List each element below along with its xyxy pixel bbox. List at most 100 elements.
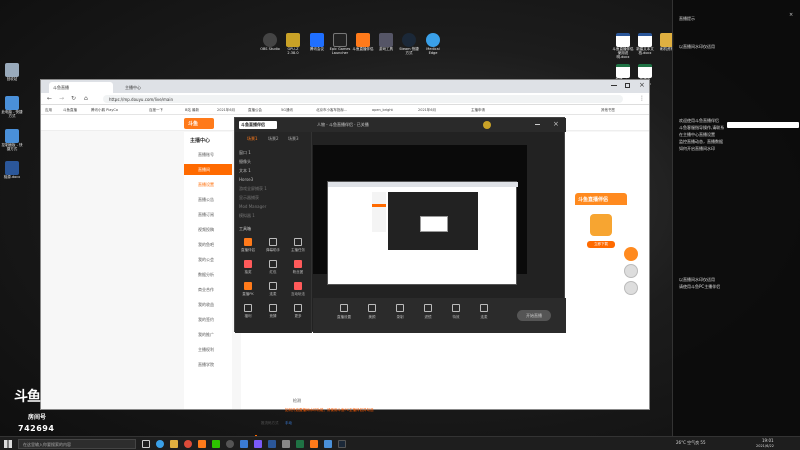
bookmark-item[interactable]: 2021年6月 — [418, 108, 436, 113]
source-item[interactable]: Mod Manager — [239, 204, 266, 209]
control-panel-shortcut-icon[interactable]: 控制面板 - 快捷方式 — [1, 129, 23, 152]
panel-close-icon[interactable]: × — [789, 12, 793, 18]
source-item[interactable]: 显示器捕获 — [239, 195, 259, 201]
reload-icon[interactable]: ↻ — [71, 95, 76, 102]
tool-effects[interactable]: 特效 — [447, 304, 465, 320]
address-input[interactable]: https://mp.douyu.com/live/main — [103, 95, 623, 103]
manual-link[interactable]: 手动 — [285, 421, 292, 426]
live-preview[interactable] — [313, 145, 527, 285]
sidebar-item-academy[interactable]: 直播学院 — [184, 359, 232, 370]
tool-beauty[interactable]: 美颜 — [363, 304, 381, 320]
wechat-icon[interactable] — [212, 440, 220, 448]
back-icon[interactable]: ← — [47, 95, 52, 102]
app-icon[interactable] — [296, 440, 304, 448]
tool-item[interactable]: 竞猜 — [266, 304, 280, 319]
steam-icon[interactable]: Steam 快捷方式 — [398, 33, 420, 56]
app-icon[interactable] — [310, 440, 318, 448]
tool-item[interactable]: 主播任务 — [291, 238, 305, 253]
app-icon[interactable] — [282, 440, 290, 448]
this-pc-shortcut-icon[interactable]: 此电脑 - 快捷方式 — [1, 96, 23, 119]
word-doc-icon[interactable]: 斗鱼直播伴侣使用说明.docx — [612, 33, 634, 60]
bookmark-item[interactable]: 腾讯小鹅 PlayCo — [91, 108, 118, 113]
start-live-button[interactable]: 开始直播 — [517, 310, 551, 321]
store-icon[interactable] — [240, 440, 248, 448]
obs-studio-icon[interactable]: OBS Studio — [259, 33, 281, 52]
sidebar-item-video[interactable]: 视频投稿 — [184, 224, 232, 235]
source-item[interactable]: 模拟器 1 — [239, 213, 255, 219]
bookmark-item[interactable]: open_bright — [372, 108, 393, 112]
sidebar-item-announcement[interactable]: 直播公告 — [184, 194, 232, 205]
forward-icon[interactable]: → — [59, 95, 64, 102]
sidebar-item-contract[interactable]: 我的签约 — [184, 314, 232, 325]
bookmark-item[interactable]: 2021年6月 — [217, 108, 235, 113]
sidebar-item-business[interactable]: 商业合作 — [184, 284, 232, 295]
float-settings-icon[interactable] — [624, 281, 638, 295]
app-icon[interactable] — [254, 440, 262, 448]
clock-date[interactable]: 2021/6/22 — [756, 444, 774, 448]
float-action-icon[interactable] — [624, 247, 638, 261]
tab-scene-3[interactable]: 场景3 — [288, 136, 299, 142]
windows-start-icon[interactable] — [4, 440, 12, 448]
tool-item[interactable]: 直播伴侣 — [241, 238, 255, 253]
app-icon[interactable] — [268, 440, 276, 448]
explorer-icon[interactable] — [170, 440, 178, 448]
bookmark-item[interactable]: B站 最新 — [185, 108, 199, 113]
steam-taskbar-icon[interactable] — [338, 440, 346, 448]
sidebar-item-rights[interactable]: 主播权利 — [184, 344, 232, 355]
float-home-icon[interactable] — [624, 264, 638, 278]
sidebar-item-live-settings[interactable]: 直播设置 — [184, 179, 232, 190]
source-item[interactable]: 窗口 1 — [239, 150, 251, 156]
douyu-logo[interactable]: 斗鱼 — [184, 118, 214, 129]
tool-live-settings[interactable]: 直播设置 — [335, 304, 353, 320]
bookmark-item[interactable]: 百度一下 — [149, 108, 163, 113]
game-tools-icon[interactable]: 游戏工具 — [375, 33, 397, 52]
tool-item[interactable]: 更多 — [291, 304, 305, 319]
source-item[interactable]: 游戏全屏捕获 1 — [239, 186, 267, 192]
douyu-taskbar-icon[interactable] — [198, 440, 206, 448]
source-item[interactable]: Horse3 — [239, 177, 253, 182]
tool-filter[interactable]: 滤镜 — [419, 304, 437, 320]
sidebar-item-guild[interactable]: 我的公会 — [184, 254, 232, 265]
tool-item[interactable]: 抽奖 — [241, 260, 255, 275]
bookmark-item[interactable]: 北京市小客车指标... — [316, 108, 347, 113]
tab-douyu[interactable]: 斗鱼直播 — [49, 82, 113, 93]
sidebar-item-promotion[interactable]: 我的推广 — [184, 329, 232, 340]
edge-icon[interactable]: Medical Edge — [422, 33, 444, 56]
bookmark-item[interactable]: 其他书签 — [601, 108, 615, 113]
close-icon[interactable]: × — [553, 120, 559, 128]
word-doc-icon[interactable]: 新建文本文档.docx — [634, 33, 656, 56]
minimize-icon[interactable] — [611, 85, 617, 86]
download-button[interactable]: 立即下载 — [587, 241, 615, 248]
tab-scene-1[interactable]: 场景1 — [247, 136, 258, 142]
tool-item[interactable]: 互动玩法 — [291, 282, 305, 297]
sidebar-item-fishbar[interactable]: 我的鱼吧 — [184, 239, 232, 250]
menu-icon[interactable]: ⋮ — [639, 95, 645, 102]
source-item[interactable]: 摄像头 — [239, 159, 251, 165]
sidebar-item-income[interactable]: 我的收益 — [184, 299, 232, 310]
task-view-icon[interactable] — [142, 440, 150, 448]
obs-taskbar-icon[interactable] — [226, 440, 234, 448]
tab-scene-2[interactable]: 场景2 — [268, 136, 279, 142]
tool-item[interactable]: 直播PK — [241, 282, 255, 297]
tab-streamer-center[interactable]: 主播中心 — [121, 82, 185, 93]
gpu-z-icon[interactable]: GPU-Z 2.38.0 — [282, 33, 304, 56]
avatar[interactable] — [483, 121, 491, 129]
docx-file-icon[interactable]: 桃源.docx — [1, 161, 23, 180]
minimize-icon[interactable] — [535, 124, 540, 125]
maximize-icon[interactable] — [625, 83, 630, 88]
tool-record[interactable]: 录制 — [391, 304, 409, 320]
sidebar-item-account[interactable]: 直播账号 — [184, 149, 232, 160]
taskbar-search-input[interactable]: 在这里输入你要搜索的内容 — [18, 439, 136, 449]
bookmark-item[interactable]: 直播公会 — [248, 108, 262, 113]
companion-ad-card[interactable]: 斗鱼直播伴侣 立即下载 — [575, 193, 627, 260]
edge-icon[interactable] — [156, 440, 164, 448]
chrome-icon[interactable] — [184, 440, 192, 448]
bookmark-item[interactable]: 应用 — [45, 108, 52, 113]
clock-time[interactable]: 19:01 — [762, 438, 774, 443]
sidebar-item-live-room[interactable]: 直播间 — [184, 164, 232, 175]
bookmark-item[interactable]: 5G通讯 — [281, 108, 293, 113]
sidebar-item-analytics[interactable]: 数据分析 — [184, 269, 232, 280]
sidebar-item-subscription[interactable]: 直播订阅 — [184, 209, 232, 220]
tool-item[interactable]: 红包 — [266, 260, 280, 275]
panel-toolbar[interactable] — [727, 122, 799, 128]
